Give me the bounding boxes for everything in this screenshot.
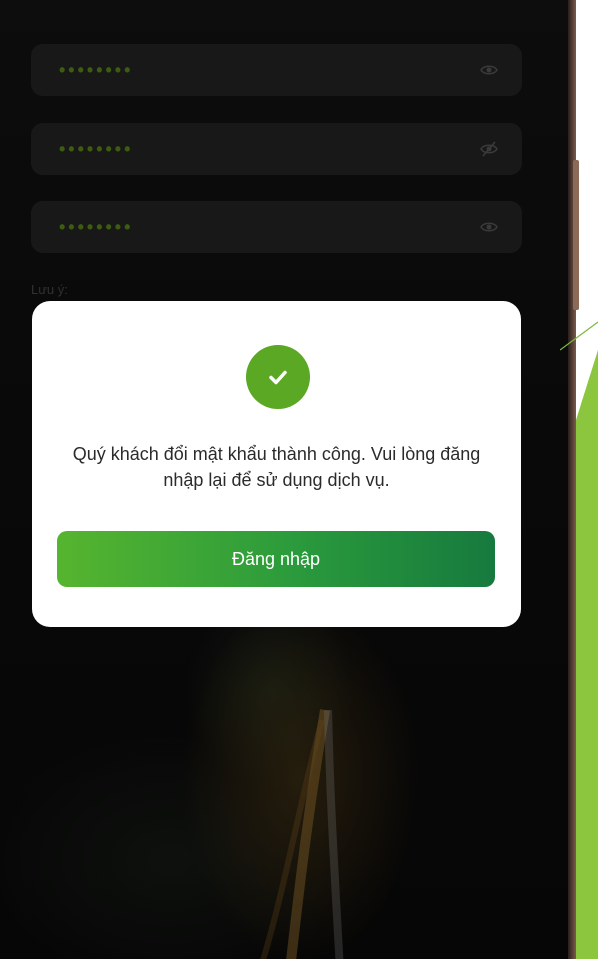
green-accent-line bbox=[560, 321, 598, 351]
check-circle-icon bbox=[246, 345, 310, 409]
success-dialog: Quý khách đổi mật khẩu thành công. Vui l… bbox=[32, 301, 521, 627]
success-message: Quý khách đổi mật khẩu thành công. Vui l… bbox=[72, 444, 481, 490]
green-decoration bbox=[576, 350, 598, 959]
phone-bezel bbox=[568, 0, 576, 959]
phone-screen: •••••••• •••••••• •••••••• Lưu ý: Quý kh… bbox=[0, 0, 568, 959]
login-button[interactable]: Đăng nhập bbox=[57, 531, 495, 587]
phone-side-button bbox=[573, 160, 579, 310]
